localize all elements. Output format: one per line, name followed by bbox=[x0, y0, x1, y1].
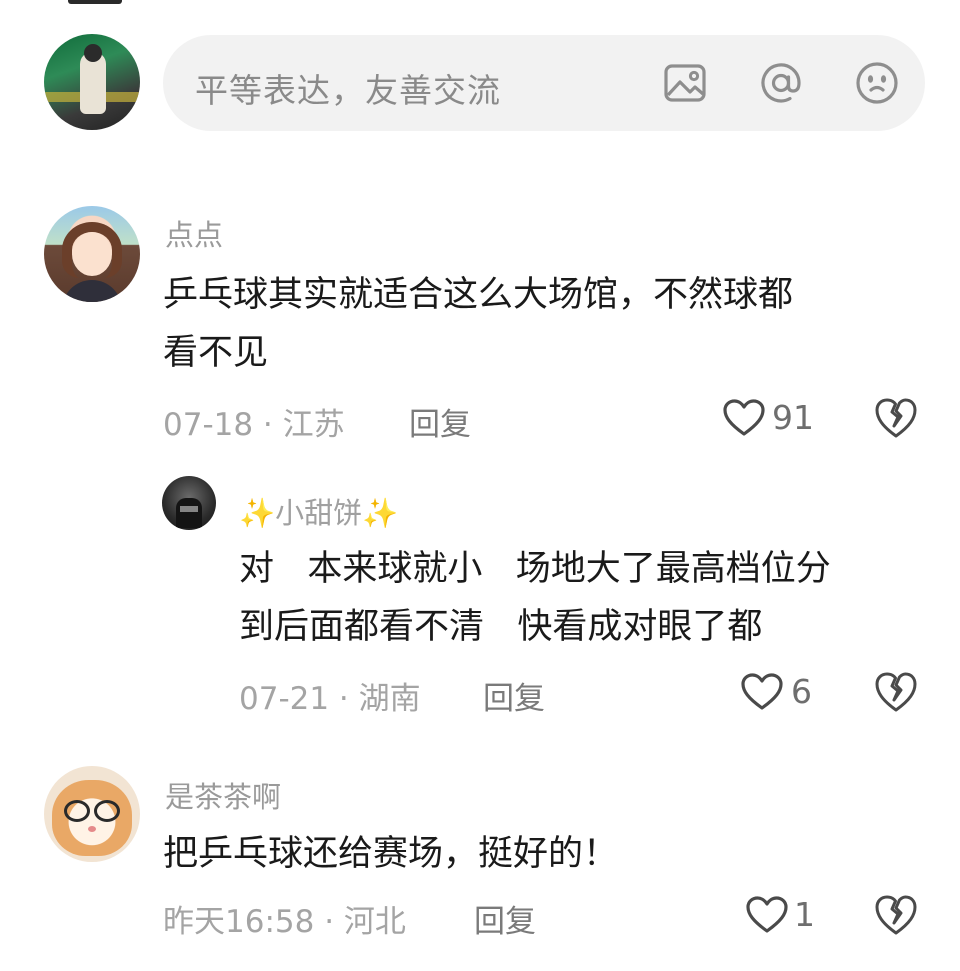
like-count: 6 bbox=[791, 672, 812, 711]
comment-input[interactable]: 平等表达，友善交流 bbox=[163, 35, 925, 131]
current-user-avatar[interactable] bbox=[44, 34, 140, 130]
comment-text: 把乒乓球还给赛场，挺好的！ bbox=[163, 834, 619, 874]
reply-avatar[interactable] bbox=[162, 476, 216, 530]
reply-text: 对 本来球就小 场地大了最高档位分 到后面都看不清 快看成对眼了都 bbox=[239, 549, 831, 647]
comment-username[interactable]: 点点 bbox=[165, 212, 223, 254]
like-icon[interactable] bbox=[740, 672, 784, 712]
comment-input-placeholder: 平等表达，友善交流 bbox=[195, 71, 501, 110]
reply-button[interactable]: 回复 bbox=[483, 673, 545, 718]
comment-avatar[interactable] bbox=[44, 206, 140, 302]
image-icon[interactable] bbox=[661, 59, 709, 107]
dislike-icon[interactable] bbox=[874, 893, 918, 937]
top-edge-bar bbox=[68, 0, 122, 4]
like-count: 1 bbox=[794, 895, 815, 934]
comment-text: 乒乓球其实就适合这么大场馆，不然球都 看不见 bbox=[163, 275, 794, 373]
like-icon[interactable] bbox=[722, 398, 766, 438]
comment-avatar[interactable] bbox=[44, 766, 140, 862]
dislike-icon[interactable] bbox=[874, 670, 918, 714]
emoji-icon[interactable] bbox=[853, 59, 901, 107]
reply-meta: 07-21 · 湖南 bbox=[239, 681, 421, 717]
comment-meta: 07-18 · 江苏 bbox=[163, 407, 345, 443]
like-icon[interactable] bbox=[745, 895, 789, 935]
reply-username[interactable]: ✨小甜饼✨ bbox=[239, 490, 398, 532]
comment-meta: 昨天16:58 · 河北 bbox=[163, 904, 406, 940]
like-count: 91 bbox=[772, 398, 814, 437]
dislike-icon[interactable] bbox=[874, 396, 918, 440]
comment-username[interactable]: 是茶茶啊 bbox=[165, 774, 281, 816]
reply-button[interactable]: 回复 bbox=[409, 399, 471, 444]
reply-button[interactable]: 回复 bbox=[474, 896, 536, 941]
at-icon[interactable] bbox=[757, 59, 805, 107]
